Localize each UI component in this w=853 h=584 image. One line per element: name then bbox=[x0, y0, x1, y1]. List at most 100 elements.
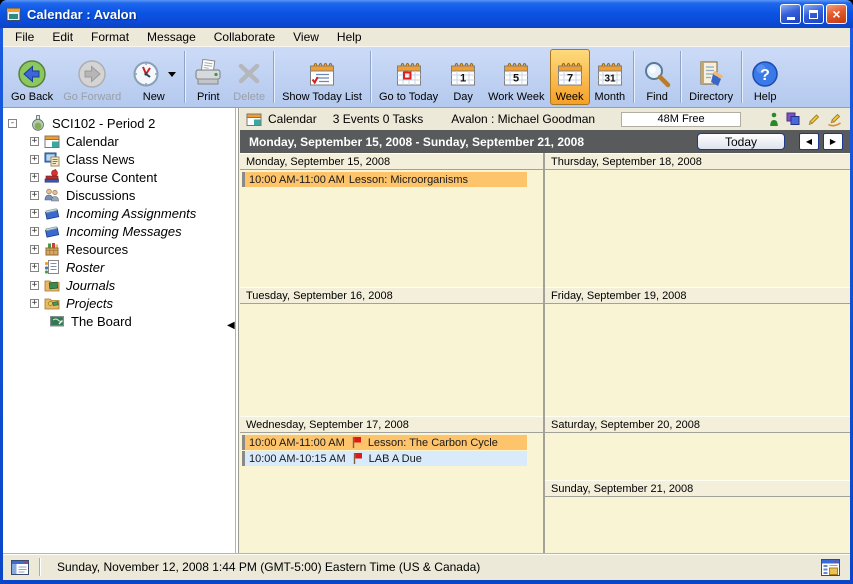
expand-icon[interactable]: + bbox=[30, 209, 39, 218]
minimize-button[interactable] bbox=[780, 4, 801, 24]
next-arrow-icon: ▶ bbox=[830, 137, 836, 146]
menu-edit[interactable]: Edit bbox=[43, 28, 82, 46]
expand-icon[interactable]: + bbox=[30, 263, 39, 272]
day-cell[interactable]: 10:00 AM-11:00 AM Lesson: Microorganisms bbox=[240, 170, 543, 287]
menu-help[interactable]: Help bbox=[328, 28, 371, 46]
sidebar-item-root[interactable]: - SCI102 - Period 2 bbox=[3, 114, 231, 132]
titlebar: Calendar : Avalon × bbox=[0, 0, 853, 28]
sidebar-item-projects[interactable]: + Projects bbox=[3, 294, 231, 312]
layers-icon[interactable] bbox=[786, 112, 800, 126]
expand-icon[interactable]: + bbox=[30, 227, 39, 236]
day-cell[interactable] bbox=[545, 304, 850, 416]
today-button[interactable]: Today bbox=[697, 133, 785, 150]
projects-icon bbox=[44, 295, 60, 311]
day-cell[interactable]: 10:00 AM-11:00 AM Lesson: The Carbon Cyc… bbox=[240, 433, 543, 553]
main-area: - SCI102 - Period 2 + Calendar + Class N… bbox=[3, 108, 850, 553]
presence-person-icon[interactable] bbox=[769, 112, 779, 127]
sidebar-item-label: Calendar bbox=[66, 134, 119, 149]
week-grid: Monday, September 15, 2008 10:00 AM-11:0… bbox=[240, 153, 850, 553]
menu-format[interactable]: Format bbox=[82, 28, 138, 46]
next-week-button[interactable]: ▶ bbox=[823, 133, 843, 150]
split-view-icon[interactable] bbox=[11, 560, 29, 575]
previous-week-button[interactable]: ◀ bbox=[799, 133, 819, 150]
delete-button[interactable]: Delete bbox=[228, 49, 270, 105]
edit-pencil-icon[interactable] bbox=[807, 112, 820, 126]
menu-view[interactable]: View bbox=[284, 28, 328, 46]
print-button[interactable]: Print bbox=[188, 49, 228, 105]
toolbar-separator bbox=[741, 51, 742, 103]
svg-text:5: 5 bbox=[513, 73, 519, 85]
flag-icon bbox=[352, 452, 363, 465]
calendar-event[interactable]: 10:00 AM-11:00 AM Lesson: The Carbon Cyc… bbox=[242, 435, 527, 450]
toolbar-separator bbox=[680, 51, 681, 103]
week-header: Monday, September 15, 2008 - Sunday, Sep… bbox=[240, 130, 850, 153]
sidebar-splitter[interactable]: ◀ bbox=[231, 108, 240, 553]
incoming-assignments-icon bbox=[44, 205, 60, 221]
day-header: Thursday, September 18, 2008 bbox=[545, 153, 850, 170]
week-calendar-icon: 7 bbox=[555, 59, 585, 89]
menu-file[interactable]: File bbox=[6, 28, 43, 46]
new-button[interactable]: New bbox=[126, 49, 181, 105]
expand-icon[interactable]: + bbox=[30, 155, 39, 164]
new-dropdown-arrow-icon[interactable] bbox=[168, 72, 176, 77]
work-week-calendar-icon: 5 bbox=[501, 59, 531, 89]
sidebar-item-incoming-messages[interactable]: + Incoming Messages bbox=[3, 222, 231, 240]
calendar-event[interactable]: 10:00 AM-11:00 AM Lesson: Microorganisms bbox=[242, 172, 527, 187]
statusbar-divider bbox=[39, 558, 41, 576]
sidebar-item-calendar[interactable]: + Calendar bbox=[3, 132, 231, 150]
panel-list-icon[interactable] bbox=[821, 559, 840, 576]
sidebar-item-resources[interactable]: + Resources bbox=[3, 240, 231, 258]
go-forward-button[interactable]: Go Forward bbox=[58, 49, 126, 105]
storage-gauge: 48M Free bbox=[621, 112, 741, 127]
statusbar: Sunday, November 12, 2008 1:44 PM (GMT-5… bbox=[3, 553, 850, 580]
calendar-event[interactable]: 10:00 AM-10:15 AM LAB A Due bbox=[242, 451, 527, 466]
day-header: Wednesday, September 17, 2008 bbox=[240, 416, 543, 433]
sidebar-item-discussions[interactable]: + Discussions bbox=[3, 186, 231, 204]
discussions-icon bbox=[44, 187, 60, 203]
directory-button[interactable]: Directory bbox=[684, 49, 738, 105]
collapse-sidebar-arrow-icon[interactable]: ◀ bbox=[227, 321, 235, 331]
directory-icon bbox=[696, 59, 726, 89]
sidebar-item-roster[interactable]: + Roster bbox=[3, 258, 231, 276]
sidebar-item-label: Resources bbox=[66, 242, 128, 257]
day-cell[interactable] bbox=[545, 170, 850, 287]
menu-collaborate[interactable]: Collaborate bbox=[205, 28, 284, 46]
previous-arrow-icon: ◀ bbox=[806, 137, 812, 146]
close-button[interactable]: × bbox=[826, 4, 847, 24]
maximize-button[interactable] bbox=[803, 4, 824, 24]
expand-icon[interactable]: + bbox=[30, 281, 39, 290]
show-today-list-button[interactable]: Show Today List bbox=[277, 49, 367, 105]
help-button[interactable]: ? Help bbox=[745, 49, 785, 105]
expand-icon[interactable]: + bbox=[30, 173, 39, 182]
sidebar-item-journals[interactable]: + Journals bbox=[3, 276, 231, 294]
sidebar-item-label: Roster bbox=[66, 260, 104, 275]
event-title: Lesson: The Carbon Cycle bbox=[368, 437, 498, 449]
sidebar-item-incoming-assignments[interactable]: + Incoming Assignments bbox=[3, 204, 231, 222]
day-view-button[interactable]: 1 Day bbox=[443, 49, 483, 105]
month-view-button[interactable]: 31 Month bbox=[590, 49, 631, 105]
go-to-today-button[interactable]: Go to Today bbox=[374, 49, 443, 105]
signature-pencil-icon[interactable] bbox=[827, 112, 842, 127]
board-icon bbox=[49, 313, 65, 329]
find-button[interactable]: Find bbox=[637, 49, 677, 105]
expand-icon[interactable]: + bbox=[30, 137, 39, 146]
sidebar-item-course-content[interactable]: + Course Content bbox=[3, 168, 231, 186]
day-cell[interactable] bbox=[545, 497, 850, 553]
month-calendar-icon: 31 bbox=[595, 59, 625, 89]
sidebar-item-class-news[interactable]: + Class News bbox=[3, 150, 231, 168]
event-title: LAB A Due bbox=[369, 453, 422, 465]
expand-icon[interactable]: + bbox=[30, 299, 39, 308]
go-back-button[interactable]: Go Back bbox=[6, 49, 58, 105]
day-cell[interactable] bbox=[240, 304, 543, 416]
expand-icon[interactable]: + bbox=[30, 191, 39, 200]
expand-icon[interactable]: + bbox=[30, 245, 39, 254]
sidebar: - SCI102 - Period 2 + Calendar + Class N… bbox=[3, 108, 231, 553]
day-section-monday: Monday, September 15, 2008 10:00 AM-11:0… bbox=[240, 153, 543, 287]
work-week-view-button[interactable]: 5 Work Week bbox=[483, 49, 549, 105]
day-cell[interactable] bbox=[545, 433, 850, 480]
day-section-saturday: Saturday, September 20, 2008 bbox=[545, 416, 850, 480]
sidebar-item-the-board[interactable]: The Board bbox=[3, 312, 231, 330]
collapse-expander-icon[interactable]: - bbox=[8, 119, 17, 128]
menu-message[interactable]: Message bbox=[138, 28, 205, 46]
week-view-button[interactable]: 7 Week bbox=[550, 49, 590, 105]
